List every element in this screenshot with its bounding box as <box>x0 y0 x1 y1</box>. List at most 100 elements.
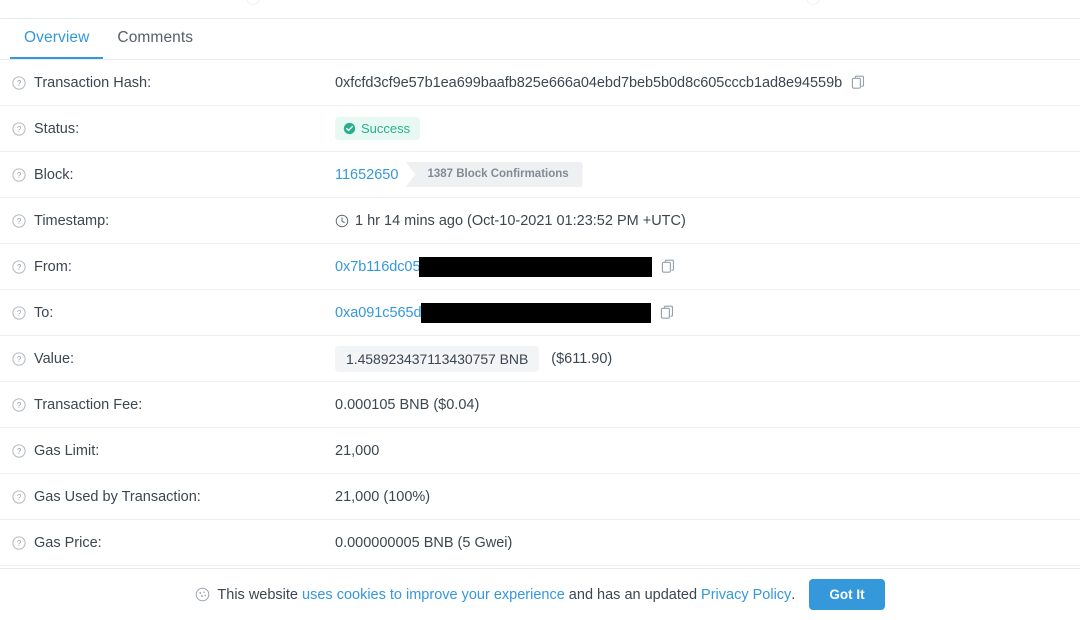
label-gas-price-text: Gas Price: <box>34 534 102 551</box>
label-gas-limit-text: Gas Limit: <box>34 442 100 459</box>
value-gas-used: 21,000 (100%) <box>335 489 1080 505</box>
row-transaction-hash: ? Transaction Hash: 0xfcfd3cf9e57b1ea699… <box>0 60 1080 106</box>
value-timestamp: 1 hr 14 mins ago (Oct-10-2021 01:23:52 P… <box>335 213 1080 229</box>
cookie-consent-text: This website uses cookies to improve you… <box>195 587 795 603</box>
question-circle-icon[interactable]: ? <box>12 397 26 412</box>
svg-text:?: ? <box>17 125 22 134</box>
value-gas-limit: 21,000 <box>335 443 1080 459</box>
label-gas-used-text: Gas Used by Transaction: <box>34 488 201 505</box>
label-status-text: Status: <box>34 120 80 137</box>
svg-text:?: ? <box>17 217 22 226</box>
value-transaction-fee: 0.000105 BNB ($0.04) <box>335 397 1080 413</box>
label-transaction-hash-text: Transaction Hash: <box>34 74 152 91</box>
from-address-redaction <box>419 256 653 277</box>
row-gas-price: ? Gas Price: 0.000000005 BNB (5 Gwei) <box>0 520 1080 566</box>
check-circle-icon <box>343 122 356 135</box>
label-to-text: To: <box>34 304 54 321</box>
svg-text:?: ? <box>17 79 22 88</box>
value-to: 0xa091c565d <box>335 302 1080 323</box>
timestamp-text: 1 hr 14 mins ago (Oct-10-2021 01:23:52 P… <box>355 212 686 229</box>
cutoff-icon-right <box>806 0 820 5</box>
label-block-text: Block: <box>34 166 74 183</box>
value-block: 11652650 1387 Block Confirmations <box>335 161 1080 188</box>
svg-text:?: ? <box>17 171 22 180</box>
to-address-link[interactable]: 0xa091c565d <box>335 305 422 321</box>
block-number-link[interactable]: 11652650 <box>335 167 398 183</box>
label-gas-limit: ? Gas Limit: <box>12 443 335 459</box>
svg-text:?: ? <box>17 309 22 318</box>
label-gas-used: ? Gas Used by Transaction: <box>12 489 335 505</box>
cookie-policy-link[interactable]: uses cookies to improve your experience <box>302 587 565 603</box>
label-timestamp-text: Timestamp: <box>34 212 110 229</box>
svg-text:?: ? <box>17 401 22 410</box>
label-transaction-fee-text: Transaction Fee: <box>34 396 143 413</box>
label-status: ? Status: <box>12 121 335 137</box>
tab-comments[interactable]: Comments <box>103 19 207 59</box>
from-address-link[interactable]: 0x7b116dc05 <box>335 259 421 275</box>
transaction-details-list: ? Transaction Hash: 0xfcfd3cf9e57b1ea699… <box>0 60 1080 566</box>
row-from: ? From: 0x7b116dc05 <box>0 244 1080 290</box>
question-circle-icon[interactable]: ? <box>12 535 26 550</box>
row-timestamp: ? Timestamp: 1 hr 14 mins ago (Oct-10-20… <box>0 198 1080 244</box>
label-timestamp: ? Timestamp: <box>12 213 335 229</box>
row-block: ? Block: 11652650 1387 Block Confirmatio… <box>0 152 1080 198</box>
value-gas-price: 0.000000005 BNB (5 Gwei) <box>335 535 1080 551</box>
label-from-text: From: <box>34 258 72 275</box>
row-value: ? Value: 1.458923437113430757 BNB ($611.… <box>0 336 1080 382</box>
row-to: ? To: 0xa091c565d <box>0 290 1080 336</box>
row-gas-used: ? Gas Used by Transaction: 21,000 (100%) <box>0 474 1080 520</box>
question-circle-icon[interactable]: ? <box>12 351 26 366</box>
row-transaction-fee: ? Transaction Fee: 0.000105 BNB ($0.04) <box>0 382 1080 428</box>
question-circle-icon[interactable]: ? <box>12 121 26 136</box>
label-transaction-fee: ? Transaction Fee: <box>12 397 335 413</box>
tab-bar: Overview Comments <box>0 19 1080 60</box>
copy-icon[interactable] <box>851 75 866 90</box>
copy-icon[interactable] <box>661 259 676 274</box>
question-circle-icon[interactable]: ? <box>12 305 26 320</box>
question-circle-icon[interactable]: ? <box>12 75 26 90</box>
tab-overview[interactable]: Overview <box>10 19 104 59</box>
block-confirmations-badge: 1387 Block Confirmations <box>405 161 583 188</box>
cookie-text-start: This website <box>217 586 303 603</box>
status-badge-label: Success <box>361 121 411 136</box>
page-top-edge <box>0 0 1080 19</box>
value-usd-text: ($611.90) <box>551 350 613 367</box>
question-circle-icon[interactable]: ? <box>12 213 26 228</box>
gas-limit-text: 21,000 <box>335 442 380 459</box>
label-value: ? Value: <box>12 351 335 367</box>
label-transaction-hash: ? Transaction Hash: <box>12 75 335 91</box>
value-amount-pill: 1.458923437113430757 BNB <box>335 345 540 372</box>
label-to: ? To: <box>12 305 335 321</box>
label-from: ? From: <box>12 259 335 275</box>
clock-icon <box>335 214 349 228</box>
gas-price-text: 0.000000005 BNB (5 Gwei) <box>335 534 513 551</box>
copy-icon[interactable] <box>660 305 675 320</box>
cookie-consent-banner: This website uses cookies to improve you… <box>0 568 1080 620</box>
svg-text:?: ? <box>17 355 22 364</box>
gas-used-text: 21,000 (100%) <box>335 488 431 505</box>
got-it-button[interactable]: Got It <box>809 578 885 611</box>
cookie-text-end: . <box>791 586 796 603</box>
privacy-policy-link[interactable]: Privacy Policy <box>701 587 791 603</box>
tab-comments-label: Comments <box>117 29 194 46</box>
question-circle-icon[interactable]: ? <box>12 443 26 458</box>
cookie-text-middle: and has an updated <box>564 586 702 603</box>
label-value-text: Value: <box>34 350 75 367</box>
cookie-icon <box>195 587 210 602</box>
row-status: ? Status: Success <box>0 106 1080 152</box>
svg-text:?: ? <box>17 493 22 502</box>
to-address-redaction <box>420 302 651 323</box>
value-from: 0x7b116dc05 <box>335 256 1080 277</box>
svg-text:?: ? <box>17 539 22 548</box>
question-circle-icon[interactable]: ? <box>12 167 26 182</box>
value-transaction-hash: 0xfcfd3cf9e57b1ea699baafb825e666a04ebd7b… <box>335 75 1080 91</box>
transaction-hash-text: 0xfcfd3cf9e57b1ea699baafb825e666a04ebd7b… <box>335 74 843 91</box>
value-amount: 1.458923437113430757 BNB ($611.90) <box>335 345 1080 372</box>
row-gas-limit: ? Gas Limit: 21,000 <box>0 428 1080 474</box>
cutoff-icon-left <box>246 0 260 5</box>
question-circle-icon[interactable]: ? <box>12 259 26 274</box>
label-block: ? Block: <box>12 167 335 183</box>
tab-overview-label: Overview <box>24 29 90 46</box>
question-circle-icon[interactable]: ? <box>12 489 26 504</box>
status-badge: Success <box>335 117 421 140</box>
